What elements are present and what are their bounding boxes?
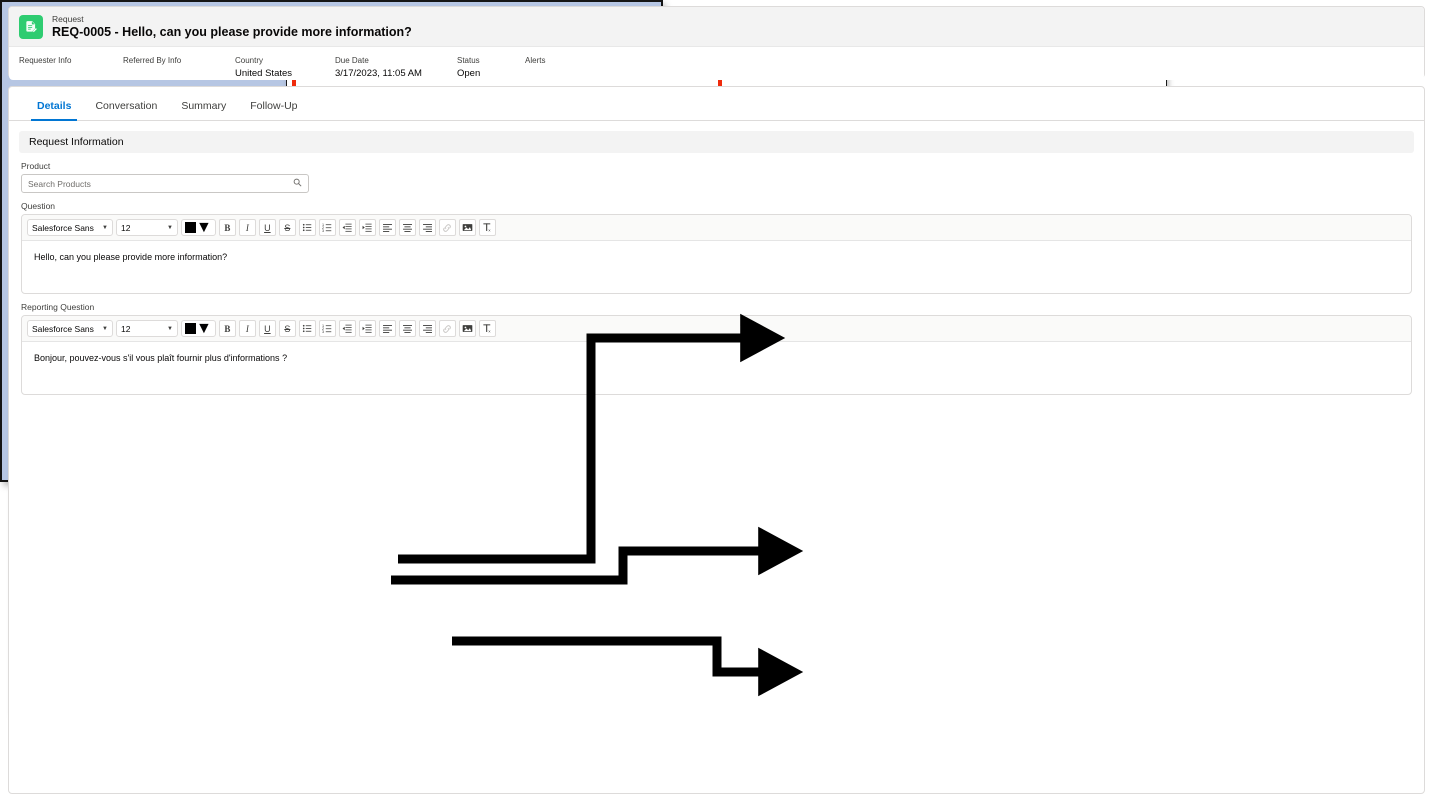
remove-formatting-icon[interactable]: ×: [479, 320, 496, 337]
highlight-field-label: Alerts: [525, 55, 585, 67]
align-left-icon[interactable]: [379, 320, 396, 337]
outdent-icon[interactable]: [339, 219, 356, 236]
question-field-label: Question: [21, 201, 1412, 211]
strikethrough-icon[interactable]: S: [279, 219, 296, 236]
image-icon[interactable]: [459, 320, 476, 337]
highlight-field-referred-by-info: Referred By Info: [123, 55, 235, 80]
request-information-section-header: Request Information: [19, 131, 1414, 153]
highlight-field-country: Country United States: [235, 55, 335, 80]
bulleted-list-icon[interactable]: [299, 219, 316, 236]
search-icon[interactable]: [293, 178, 302, 189]
highlight-field-label: Due Date: [335, 55, 457, 67]
question-rte-content[interactable]: Hello, can you please provide more infor…: [22, 241, 1411, 293]
font-size-dropdown[interactable]: 12▼: [116, 219, 178, 236]
highlight-field-value: United States: [235, 67, 335, 80]
product-field: Product Search Products: [21, 161, 1412, 193]
highlight-field-status: Status Open: [457, 55, 525, 80]
tab-conversation[interactable]: Conversation: [83, 95, 169, 120]
highlight-field-label: Referred By Info: [123, 55, 235, 67]
reporting-question-rte-content[interactable]: Bonjour, pouvez-vous s'il vous plaît fou…: [22, 342, 1411, 394]
svg-text:×: ×: [488, 329, 491, 334]
chevron-down-icon: ▼: [196, 320, 212, 338]
underline-icon[interactable]: U: [259, 320, 276, 337]
numbered-list-icon[interactable]: 123: [319, 219, 336, 236]
color-swatch: [185, 222, 196, 233]
highlight-field-requester-info: Requester Info: [19, 55, 123, 80]
numbered-list-icon[interactable]: 123: [319, 320, 336, 337]
record-name: REQ-0005 - Hello, can you please provide…: [52, 25, 412, 39]
text-color-picker[interactable]: ▼: [181, 219, 216, 236]
font-size-dropdown[interactable]: 12▼: [116, 320, 178, 337]
tab-follow-up[interactable]: Follow-Up: [238, 95, 309, 120]
chevron-down-icon: ▼: [167, 225, 173, 231]
salesforce-request-record-window: Request REQ-0005 - Hello, can you please…: [0, 0, 663, 482]
svg-text:3: 3: [322, 229, 324, 233]
highlight-field-label: Status: [457, 55, 525, 67]
italic-icon[interactable]: I: [239, 219, 256, 236]
italic-icon[interactable]: I: [239, 320, 256, 337]
align-right-icon[interactable]: [419, 320, 436, 337]
link-icon[interactable]: [439, 320, 456, 337]
chevron-down-icon: ▼: [167, 326, 173, 332]
record-tabs-card: Details Conversation Summary Follow-Up R…: [8, 86, 1425, 794]
bold-icon[interactable]: B: [219, 219, 236, 236]
align-center-icon[interactable]: [399, 219, 416, 236]
svg-text:×: ×: [488, 228, 491, 233]
svg-text:3: 3: [322, 330, 324, 334]
align-center-icon[interactable]: [399, 320, 416, 337]
request-record-icon: [19, 15, 43, 39]
question-field: Question Salesforce Sans▼ 12▼ ▼ B I: [21, 201, 1412, 294]
underline-icon[interactable]: U: [259, 219, 276, 236]
highlight-field-value: 3/17/2023, 11:05 AM: [335, 67, 457, 80]
highlight-field-value: Open: [457, 67, 525, 80]
indent-icon[interactable]: [359, 320, 376, 337]
record-object-label: Request: [52, 14, 412, 25]
question-rte-toolbar: Salesforce Sans▼ 12▼ ▼ B I U S: [22, 215, 1411, 241]
text-color-picker[interactable]: ▼: [181, 320, 216, 337]
align-right-icon[interactable]: [419, 219, 436, 236]
record-header-title-row: Request REQ-0005 - Hello, can you please…: [9, 7, 1424, 47]
font-family-dropdown[interactable]: Salesforce Sans▼: [27, 219, 113, 236]
highlight-field-label: Requester Info: [19, 55, 123, 67]
reporting-question-field-label: Reporting Question: [21, 302, 1412, 312]
highlight-field-label: Country: [235, 55, 335, 67]
outdent-icon[interactable]: [339, 320, 356, 337]
align-left-icon[interactable]: [379, 219, 396, 236]
record-highlight-fields: Requester Info Referred By Info Country …: [9, 47, 1424, 80]
highlight-field-due-date: Due Date 3/17/2023, 11:05 AM: [335, 55, 457, 80]
bold-icon[interactable]: B: [219, 320, 236, 337]
image-icon[interactable]: [459, 219, 476, 236]
link-icon[interactable]: [439, 219, 456, 236]
indent-icon[interactable]: [359, 219, 376, 236]
record-header: Request REQ-0005 - Hello, can you please…: [8, 6, 1425, 78]
question-rich-text-editor[interactable]: Salesforce Sans▼ 12▼ ▼ B I U S: [21, 214, 1412, 294]
record-tab-bar: Details Conversation Summary Follow-Up: [9, 87, 1424, 121]
remove-formatting-icon[interactable]: ×: [479, 219, 496, 236]
tab-details[interactable]: Details: [25, 95, 83, 120]
color-swatch: [185, 323, 196, 334]
chevron-down-icon: ▼: [102, 225, 108, 231]
reporting-question-field: Reporting Question Salesforce Sans▼ 12▼ …: [21, 302, 1412, 395]
highlight-field-alerts: Alerts: [525, 55, 585, 80]
font-family-dropdown[interactable]: Salesforce Sans▼: [27, 320, 113, 337]
chevron-down-icon: ▼: [196, 219, 212, 237]
strikethrough-icon[interactable]: S: [279, 320, 296, 337]
product-field-label: Product: [21, 161, 1412, 171]
bulleted-list-icon[interactable]: [299, 320, 316, 337]
reporting-question-rte-toolbar: Salesforce Sans▼ 12▼ ▼ B I U S: [22, 316, 1411, 342]
chevron-down-icon: ▼: [102, 326, 108, 332]
search-products-input[interactable]: Search Products: [21, 174, 309, 193]
search-products-placeholder: Search Products: [28, 179, 293, 189]
tab-summary[interactable]: Summary: [169, 95, 238, 120]
reporting-question-rich-text-editor[interactable]: Salesforce Sans▼ 12▼ ▼ B I U S: [21, 315, 1412, 395]
